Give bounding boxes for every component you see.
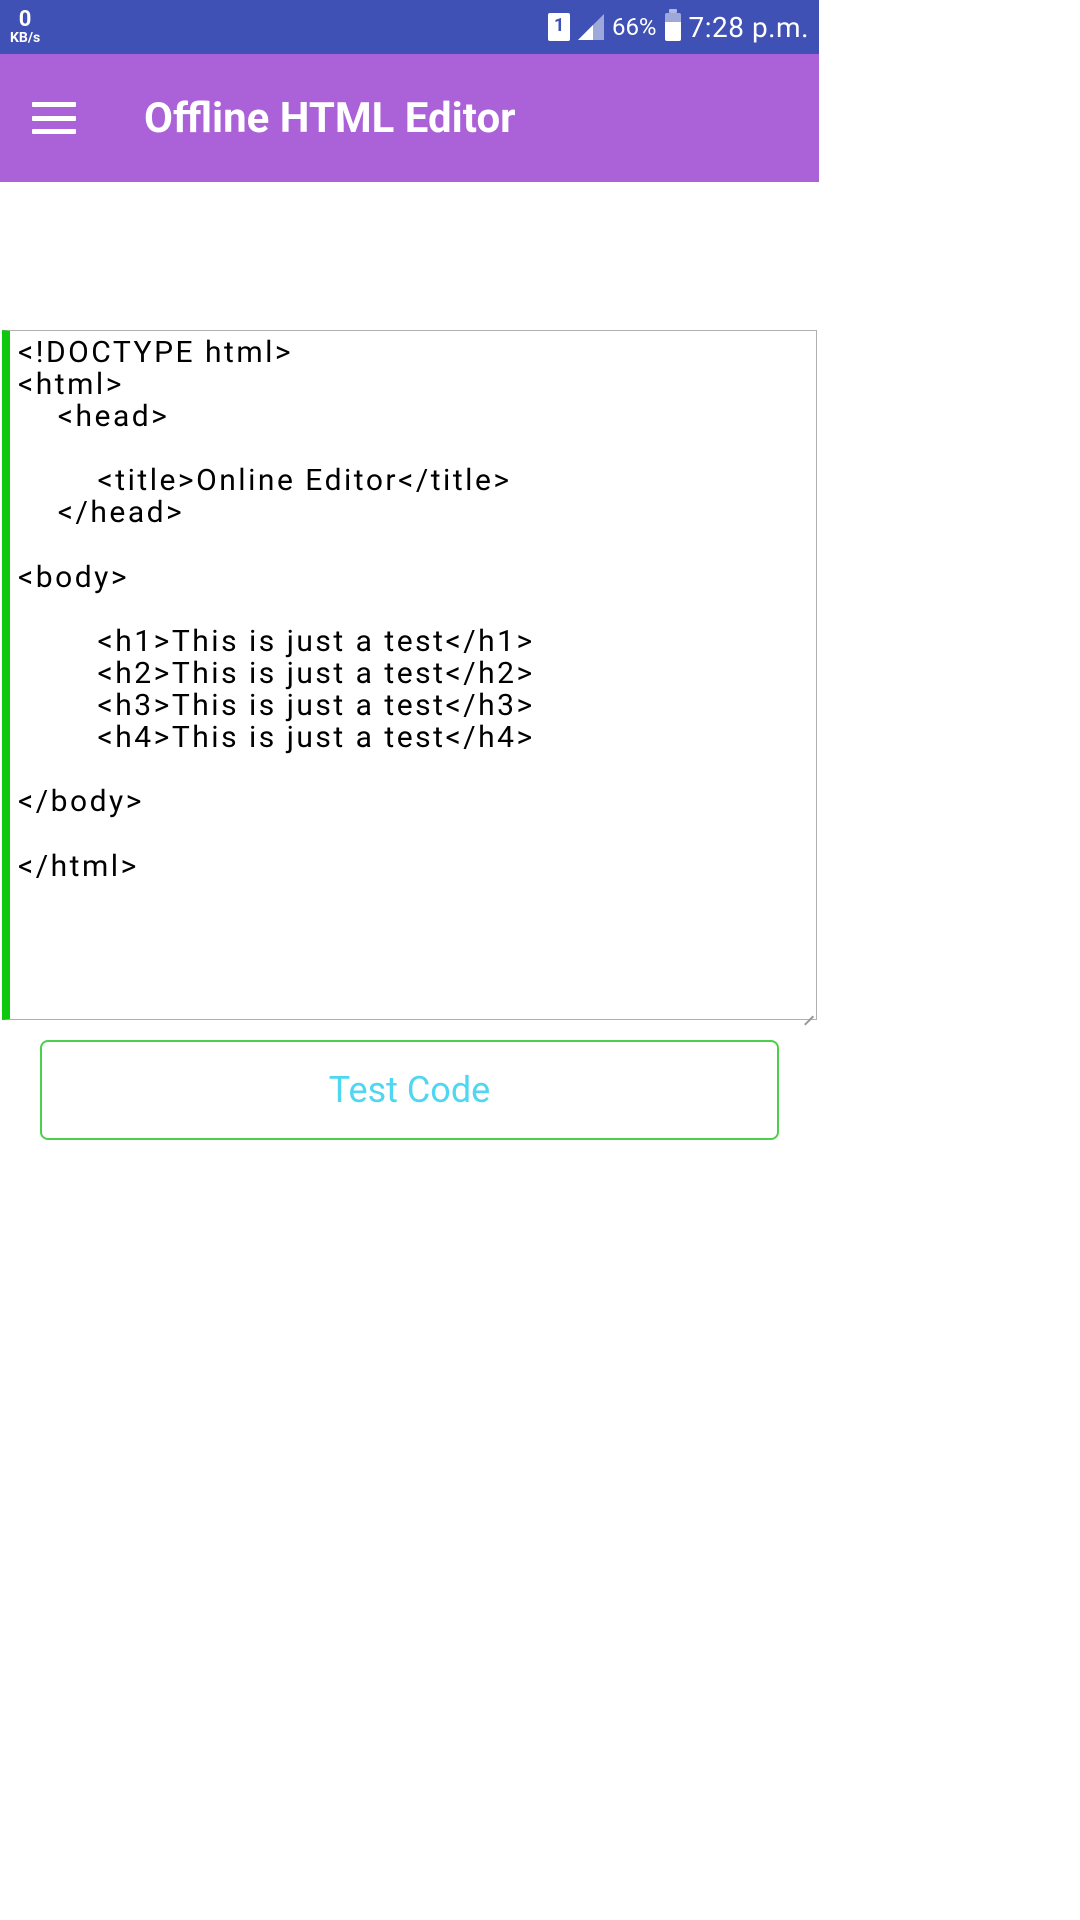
speed-unit: KB/s xyxy=(10,31,40,45)
network-speed-indicator: 0 KB/s xyxy=(10,9,40,45)
main-content: Test Code xyxy=(0,330,819,1140)
resize-handle-icon[interactable] xyxy=(802,1005,814,1017)
sim-card-icon xyxy=(548,13,570,41)
test-code-button[interactable]: Test Code xyxy=(40,1040,779,1140)
app-bar: Offline HTML Editor xyxy=(0,54,819,182)
clock-time: 7:28 p.m. xyxy=(689,11,809,44)
hamburger-menu-icon[interactable] xyxy=(32,102,76,134)
code-editor-textarea[interactable] xyxy=(10,331,816,1019)
battery-percent: 66% xyxy=(612,13,657,41)
status-right-cluster: 66% 7:28 p.m. xyxy=(548,11,809,44)
signal-icon xyxy=(578,14,604,40)
battery-icon xyxy=(665,13,681,41)
code-editor-container xyxy=(2,330,817,1020)
status-bar: 0 KB/s 66% 7:28 p.m. xyxy=(0,0,819,54)
app-title: Offline HTML Editor xyxy=(144,94,516,143)
speed-value: 0 xyxy=(19,9,32,31)
